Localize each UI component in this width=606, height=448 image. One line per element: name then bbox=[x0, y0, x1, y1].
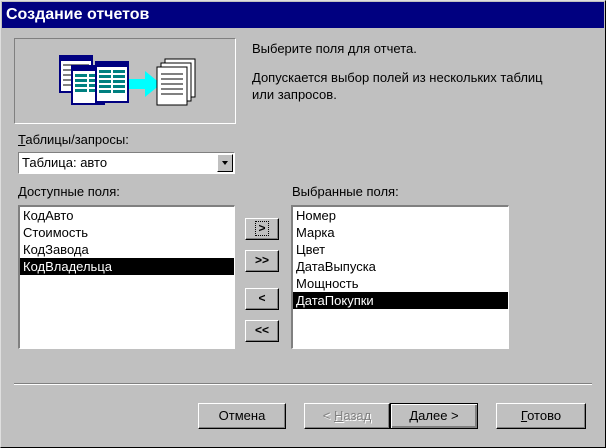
dropdown-arrow-icon[interactable] bbox=[217, 154, 233, 172]
add-field-button[interactable]: > bbox=[245, 218, 279, 240]
list-item[interactable]: КодАвто bbox=[20, 207, 234, 224]
list-item[interactable]: Стоимость bbox=[20, 224, 234, 241]
intro-line-3: или запросов. bbox=[252, 87, 337, 102]
back-button[interactable]: < Назад bbox=[304, 403, 390, 429]
available-fields-label: Доступные поля: bbox=[18, 184, 120, 199]
list-item[interactable]: ДатаПокупки bbox=[293, 292, 508, 309]
list-item[interactable]: Мощность bbox=[293, 275, 508, 292]
remove-field-button[interactable]: < bbox=[245, 288, 279, 310]
list-item[interactable]: Номер bbox=[293, 207, 508, 224]
list-item[interactable]: КодВладельца bbox=[20, 258, 234, 275]
cancel-button[interactable]: Отмена bbox=[198, 403, 286, 429]
finish-button[interactable]: Готово bbox=[496, 403, 586, 429]
title-bar: Создание отчетов bbox=[2, 2, 604, 28]
intro-line-2: Допускается выбор полей из нескольких та… bbox=[252, 70, 543, 85]
wizard-illustration bbox=[14, 38, 236, 124]
footer-divider bbox=[14, 383, 592, 385]
remove-all-fields-button[interactable]: << bbox=[245, 320, 279, 342]
list-item[interactable]: Марка bbox=[293, 224, 508, 241]
tables-to-report-icon bbox=[59, 55, 196, 106]
intro-line-1: Выберите поля для отчета. bbox=[252, 41, 417, 56]
tables-queries-combobox[interactable]: Таблица: авто bbox=[18, 152, 235, 174]
list-item[interactable]: КодЗавода bbox=[20, 241, 234, 258]
next-button[interactable]: Далее > bbox=[390, 403, 478, 429]
available-fields-list[interactable]: КодАвто Стоимость КодЗавода КодВладельца bbox=[18, 205, 235, 349]
list-item[interactable]: Цвет bbox=[293, 241, 508, 258]
list-item[interactable]: ДатаВыпуска bbox=[293, 258, 508, 275]
add-all-fields-button[interactable]: >> bbox=[245, 250, 279, 272]
selected-fields-list[interactable]: Номер Марка Цвет ДатаВыпуска Мощность ДатаПок… bbox=[291, 205, 509, 349]
combobox-value: Таблица: авто bbox=[22, 155, 108, 170]
tables-queries-label: Таблицы/запросы: bbox=[18, 132, 129, 147]
selected-fields-label: Выбранные поля: bbox=[292, 184, 399, 199]
